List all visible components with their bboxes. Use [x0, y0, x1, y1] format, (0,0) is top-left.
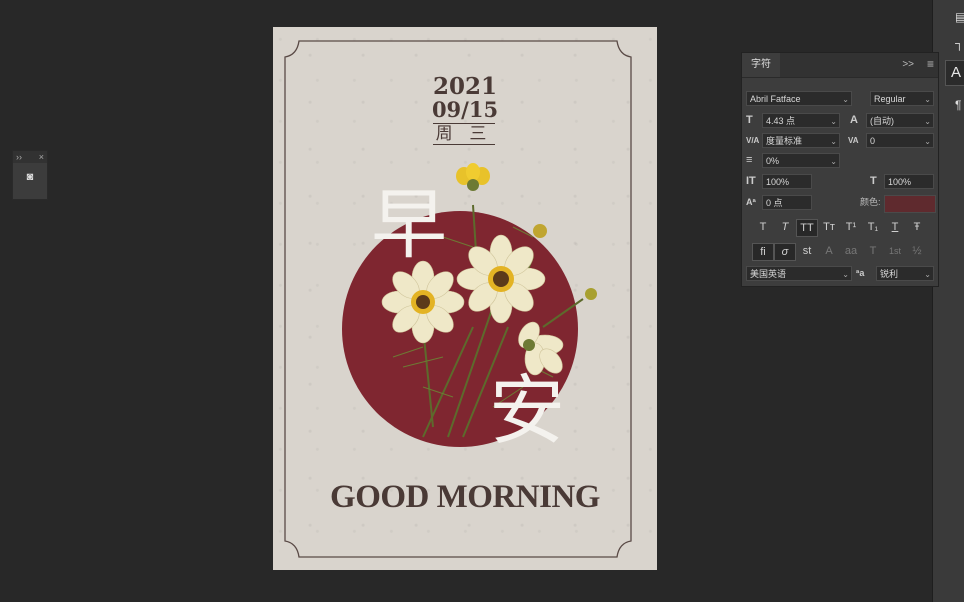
- horizontal-scale-field[interactable]: 100%: [884, 174, 934, 189]
- character-panel: 字符 >> ≡ Abril Fatface ⌄ Regular ⌄ T 4.43 点…: [741, 52, 939, 287]
- collapse-icon[interactable]: ››: [16, 152, 22, 162]
- character-panel-toggle-button[interactable]: A: [945, 60, 964, 86]
- chevron-down-icon: ⌄: [830, 157, 837, 166]
- antialias-icon: ªa: [856, 268, 865, 278]
- poster-greeting: GOOD MORNING: [330, 479, 600, 515]
- glyph-tool-icon[interactable]: ◙: [21, 171, 39, 187]
- color-label: 颜色:: [860, 197, 881, 207]
- faux-italic-button[interactable]: T: [774, 219, 796, 237]
- paragraph-icon[interactable]: ¶: [955, 98, 964, 112]
- fractions-button[interactable]: ½: [906, 243, 928, 261]
- panel-menu-icon[interactable]: ≡: [927, 57, 934, 71]
- antialias-select[interactable]: 锐利 ⌄: [876, 266, 934, 281]
- tsume-icon: ≡: [746, 154, 753, 166]
- chevron-down-icon: ⌄: [830, 137, 837, 146]
- panel-icon-divider: ┐: [955, 36, 964, 50]
- type-style-buttons: T T TT Tт T¹ T₁ T Ŧ: [752, 219, 928, 237]
- all-caps-button[interactable]: TT: [796, 219, 818, 237]
- kerning-value: 度量标准: [766, 136, 803, 146]
- expand-icon[interactable]: >>: [902, 59, 914, 70]
- kerning-icon: V/A: [746, 136, 760, 145]
- tracking-value: 0: [870, 136, 876, 146]
- leading-value: (自动): [870, 116, 894, 126]
- poster-char-zao: 早: [371, 180, 447, 269]
- chevron-down-icon: ⌄: [830, 117, 837, 126]
- tab-character[interactable]: 字符: [742, 53, 780, 77]
- swash-button[interactable]: A: [818, 243, 840, 261]
- font-family-select[interactable]: Abril Fatface ⌄: [746, 91, 852, 106]
- tsume-value: 0%: [766, 156, 780, 166]
- superscript-button[interactable]: T¹: [840, 219, 862, 237]
- ligatures-button[interactable]: fi: [752, 243, 774, 261]
- poster-canvas[interactable]: 2021 09/15 周 三 早 安 GOOD MORNING: [273, 27, 657, 570]
- chevron-down-icon: ⌄: [924, 95, 931, 104]
- ordinals-button[interactable]: 1st: [884, 243, 906, 261]
- font-style-select[interactable]: Regular ⌄: [870, 91, 934, 106]
- poster-char-an: 安: [489, 366, 565, 455]
- contextual-alternates-button[interactable]: σ: [774, 243, 796, 261]
- chevron-down-icon: ⌄: [842, 270, 849, 279]
- chevron-down-icon: ⌄: [924, 117, 931, 126]
- font-size-value: 4.43 点: [766, 116, 796, 126]
- baseline-shift-field[interactable]: 0 点: [762, 195, 812, 210]
- stylistic-alternates-button[interactable]: aa: [840, 243, 862, 261]
- leading-field[interactable]: (自动) ⌄: [866, 113, 934, 128]
- opentype-buttons: fi σ st A aa T 1st ½: [752, 243, 928, 261]
- underline-button[interactable]: T: [884, 219, 906, 237]
- titling-alternates-button[interactable]: T: [862, 243, 884, 261]
- horizontal-scale-icon: T: [870, 175, 877, 187]
- language-select[interactable]: 美国英语 ⌄: [746, 266, 852, 281]
- baseline-shift-icon: Aª: [746, 197, 756, 207]
- leading-icon: A: [850, 114, 858, 126]
- character-panel-header: 字符 >> ≡: [742, 53, 938, 78]
- vertical-scale-icon: IT: [746, 175, 756, 187]
- font-style-value: Regular: [874, 94, 906, 104]
- antialias-value: 锐利: [880, 269, 899, 279]
- subscript-button[interactable]: T₁: [862, 219, 884, 237]
- language-value: 美国英语: [750, 269, 787, 279]
- chevron-down-icon: ⌄: [842, 95, 849, 104]
- font-size-icon: T: [746, 114, 753, 126]
- strikethrough-button[interactable]: Ŧ: [906, 219, 928, 237]
- tracking-icon: VA: [848, 136, 859, 145]
- vertical-scale-field[interactable]: 100%: [762, 174, 812, 189]
- small-caps-button[interactable]: Tт: [818, 219, 840, 237]
- tracking-field[interactable]: 0 ⌄: [866, 133, 934, 148]
- floating-tool-panel: ›› × ◙: [12, 150, 48, 200]
- font-family-value: Abril Fatface: [750, 94, 801, 104]
- close-icon[interactable]: ×: [39, 152, 44, 162]
- chevron-down-icon: ⌄: [924, 137, 931, 146]
- font-size-field[interactable]: 4.43 点 ⌄: [762, 113, 840, 128]
- tsume-field[interactable]: 0% ⌄: [762, 153, 840, 168]
- text-color-swatch[interactable]: [884, 195, 936, 213]
- discretionary-ligatures-button[interactable]: st: [796, 243, 818, 261]
- chevron-down-icon: ⌄: [924, 270, 931, 279]
- panel-icon-top[interactable]: ▤: [955, 10, 964, 24]
- faux-bold-button[interactable]: T: [752, 219, 774, 237]
- kerning-field[interactable]: 度量标准 ⌄: [762, 133, 840, 148]
